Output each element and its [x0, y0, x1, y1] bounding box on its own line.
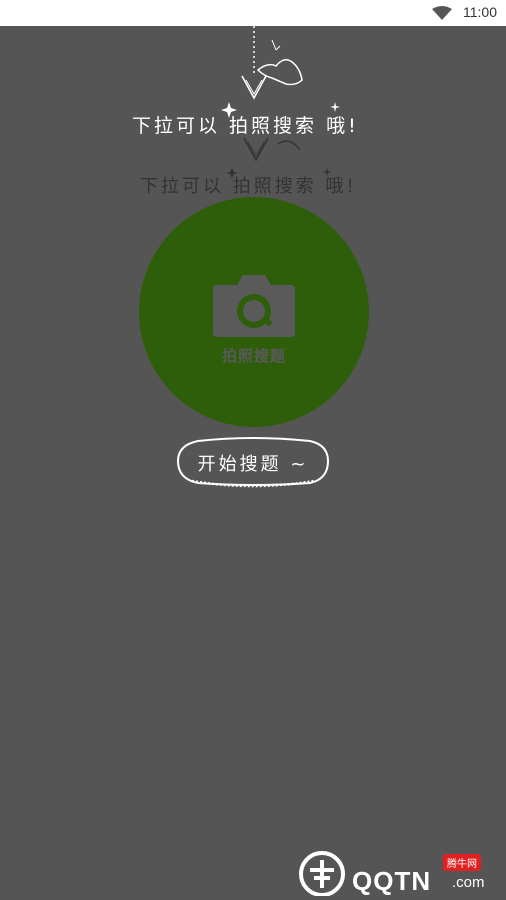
- start-search-button[interactable]: 开始搜题 ~: [176, 437, 330, 489]
- photo-search-button[interactable]: 拍照搜题: [139, 197, 369, 427]
- camera-icon: [213, 275, 295, 337]
- hand-pull-icon: [256, 59, 303, 86]
- watermark-suffix: .com: [452, 874, 485, 891]
- bull-logo-icon: [299, 851, 345, 896]
- status-time: 11:00: [463, 4, 497, 20]
- watermark-brand: QQTN: [352, 866, 432, 896]
- pull-down-hint-text: 下拉可以 拍照搜索 哦!: [132, 115, 359, 137]
- pull-down-hint-shadow-text: 下拉可以 拍照搜索 哦!: [140, 176, 357, 197]
- status-bar: 11:00: [0, 0, 506, 26]
- start-search-label: 开始搜题 ~: [197, 454, 309, 475]
- photo-search-label: 拍照搜题: [221, 347, 286, 365]
- wifi-icon: [432, 6, 452, 20]
- watermark-tag: 腾牛网: [443, 854, 481, 871]
- watermark: 腾牛网 QQTN .com: [296, 846, 506, 900]
